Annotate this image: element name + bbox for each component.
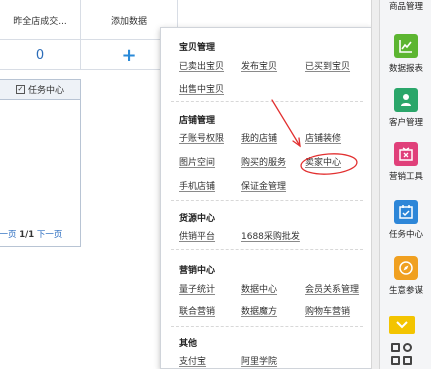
right-sidebar: 商品管理 数据报表 客户管理 营销工具 任务中心 生意参谋 [379,0,431,369]
link-store-decoration[interactable]: 店铺装修 [305,131,341,144]
divider [171,326,363,327]
task-center-header[interactable]: ✓ 任务中心 [0,80,80,100]
pagination: 上一页 1/1 下一页 [0,228,81,240]
sidebar-item-label: 生意参谋 [388,286,423,296]
grid-cell [391,355,400,365]
grid-cell [403,343,412,352]
table-header-yesterday-sales: 昨全店成交... [0,0,81,40]
divider [171,249,363,250]
link-alipay[interactable]: 支付宝 [179,354,206,367]
grid-cell [391,343,400,352]
sidebar-item-label: 数据报表 [388,64,423,74]
link-mobile-store[interactable]: 手机店铺 [179,179,215,192]
section-product-management: 宝贝管理 [179,41,215,55]
link-distribution-platform[interactable]: 供销平台 [179,229,215,242]
section-store-management: 店铺管理 [179,114,215,128]
chart-icon [394,34,418,58]
link-my-store[interactable]: 我的店铺 [241,131,277,144]
link-bought-items[interactable]: 已买到宝贝 [305,59,350,72]
link-sold-items[interactable]: 已卖出宝贝 [179,59,224,72]
link-data-center[interactable]: 数据中心 [241,282,277,295]
section-other: 其他 [179,337,197,351]
section-title: 货源中心 [179,214,216,224]
quick-menu-popup: 宝贝管理 已卖出宝贝 发布宝贝 已买到宝贝 出售中宝贝 店铺管理 子账号权限 我… [160,27,372,369]
link-sub-account-permissions[interactable]: 子账号权限 [179,131,224,144]
link-ali-academy[interactable]: 阿里学院 [241,354,277,367]
sidebar-item-business-advisor[interactable]: 生意参谋 [380,256,431,316]
sidebar-item-customer-management[interactable]: 客户管理 [380,88,431,148]
link-crm[interactable]: 会员关系管理 [305,282,359,295]
chevron-down-icon[interactable] [389,316,415,334]
sidebar-item-marketing-tools[interactable]: 营销工具 [380,142,431,202]
page-indicator: 1/1 [19,230,35,240]
next-page-link[interactable]: 下一页 [37,230,63,240]
section-title: 营销中心 [179,266,216,276]
section-supply-center: 货源中心 [179,212,215,226]
app-grid-icon[interactable] [391,343,413,365]
checkbox-icon: ✓ [15,85,25,94]
sidebar-item-label: 营销工具 [388,172,423,182]
customer-icon [394,88,418,112]
link-cart-marketing[interactable]: 购物车营销 [305,304,350,317]
section-title: 宝贝管理 [179,43,216,53]
discount-icon [394,142,418,166]
link-joint-marketing[interactable]: 联合营销 [179,304,215,317]
task-center-title: 任务中心 [27,86,64,96]
sidebar-item-label: 客户管理 [388,118,423,128]
panel-scrollbar[interactable] [371,0,379,369]
section-title: 店铺管理 [179,116,216,126]
link-quantum-stats[interactable]: 量子统计 [179,282,215,295]
compass-icon [394,256,418,280]
sidebar-item-product-management[interactable]: 商品管理 [380,0,431,14]
sidebar-item-label: 任务中心 [388,230,423,240]
task-center-panel: ✓ 任务中心 [0,79,81,247]
link-deposit-management[interactable]: 保证金管理 [241,179,286,192]
table-value-yesterday-sales: 0 [0,40,81,70]
link-purchased-services[interactable]: 购买的服务 [241,155,286,168]
link-items-on-sale[interactable]: 出售中宝贝 [179,82,224,95]
divider [171,200,363,201]
grid-cell [403,355,412,365]
link-data-cube[interactable]: 数据魔方 [241,304,277,317]
link-publish-item[interactable]: 发布宝贝 [241,59,277,72]
section-title: 其他 [179,339,198,349]
prev-page-link[interactable]: 上一页 [0,230,17,240]
divider [171,101,363,102]
link-image-space[interactable]: 图片空间 [179,155,215,168]
link-seller-center[interactable]: 卖家中心 [305,155,341,168]
sidebar-item-data-report[interactable]: 数据报表 [380,34,431,94]
link-1688-wholesale[interactable]: 1688采购批发 [241,229,300,242]
calendar-check-icon [394,200,418,224]
section-marketing-center: 营销中心 [179,264,215,278]
sidebar-item-task-center[interactable]: 任务中心 [380,200,431,260]
